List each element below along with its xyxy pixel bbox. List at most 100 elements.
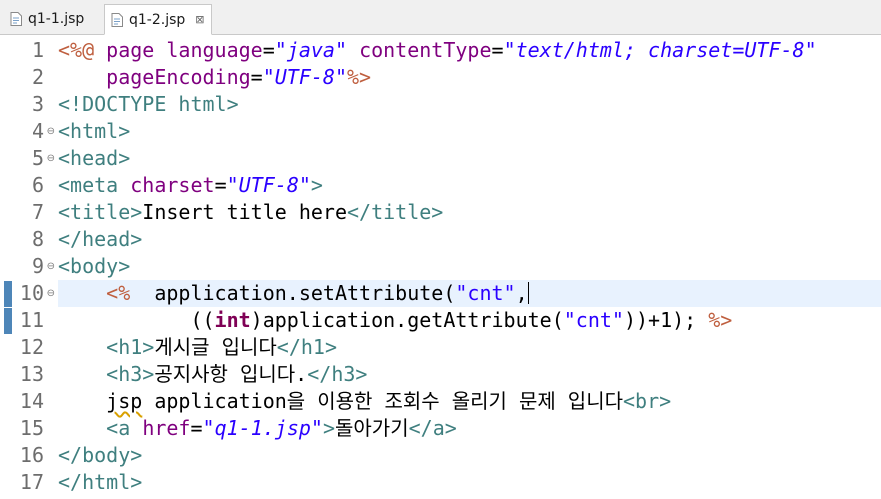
code-token: <head> (58, 146, 131, 170)
code-line[interactable]: 17 </html> (0, 469, 881, 496)
change-marker (4, 308, 12, 334)
line-number: 2 (31, 65, 44, 89)
tab-q1-2-jsp[interactable]: q1-2.jsp ⊠ (104, 4, 212, 35)
line-number: 5 (31, 146, 44, 170)
code-line[interactable]: 15 <a href="q1-1.jsp">돌아가기</a> (0, 415, 881, 442)
code-line[interactable]: 11 ((int)application.getAttribute("cnt")… (0, 307, 881, 334)
code-token: language (166, 38, 263, 62)
code-text: <a href="q1-1.jsp">돌아가기</a> (58, 415, 457, 442)
code-token: application.setAttribute( (130, 281, 456, 305)
code-line[interactable]: 7 <title>Insert title here</title> (0, 199, 881, 226)
code-token: <meta (58, 173, 119, 197)
code-text: </head> (58, 226, 142, 253)
code-token: jsp (106, 389, 143, 413)
code-line[interactable]: 13 <h3>공지사항 입니다.</h3> (0, 361, 881, 388)
code-token: "UTF-8" (226, 173, 311, 197)
code-token: <h3> (106, 362, 155, 386)
code-line[interactable]: 8 </head> (0, 226, 881, 253)
close-icon[interactable]: ⊠ (195, 13, 204, 26)
code-line[interactable]: 4 ⊖ <html> (0, 118, 881, 145)
code-token: %> (708, 308, 733, 332)
code-token: int (214, 308, 251, 332)
code-editor[interactable]: 1 <%@ page language="java" contentType="t… (0, 35, 881, 499)
fold-toggle-icon[interactable]: ⊖ (47, 154, 55, 164)
code-token: > (322, 416, 335, 440)
code-line[interactable]: 12 <h1>게시글 입니다</h1> (0, 334, 881, 361)
code-token: <% (106, 281, 131, 305)
code-token: <br> (623, 389, 672, 413)
code-text: <!DOCTYPE html> (58, 91, 239, 118)
code-token: page (106, 38, 155, 62)
code-text: <html> (58, 118, 130, 145)
code-token: <%@ (58, 38, 95, 62)
line-gutter: 10 ⊖ (0, 280, 58, 307)
line-number: 17 (19, 470, 44, 494)
code-line[interactable]: 5 ⊖ <head> (0, 145, 881, 172)
fold-toggle-icon[interactable]: ⊖ (47, 289, 55, 299)
line-number: 11 (19, 308, 44, 332)
line-gutter: 17 (0, 469, 58, 496)
code-text: <h3>공지사항 입니다.</h3> (58, 361, 367, 388)
code-token: </html> (58, 470, 143, 494)
tab-q1-1-jsp[interactable]: q1-1.jsp (4, 4, 104, 34)
code-token: %> (347, 65, 372, 89)
line-gutter: 5 ⊖ (0, 145, 58, 172)
line-number: 15 (19, 416, 44, 440)
code-line[interactable]: 1 <%@ page language="java" contentType="t… (0, 37, 881, 64)
jsp-file-icon (10, 12, 22, 26)
code-token: </body> (58, 443, 143, 467)
code-line[interactable]: 9 ⊖ <body> (0, 253, 881, 280)
text-caret (527, 282, 529, 304)
code-line[interactable]: 16 </body> (0, 442, 881, 469)
line-number: 14 (19, 389, 44, 413)
code-token: <a (106, 416, 131, 440)
code-text: </body> (58, 442, 142, 469)
line-number: 6 (31, 173, 44, 197)
line-number: 9 (31, 254, 44, 278)
code-token: <body> (58, 254, 131, 278)
line-number: 13 (19, 362, 44, 386)
code-text: pageEncoding="UTF-8"%> (58, 64, 371, 91)
code-token: "java" (274, 38, 348, 62)
code-token: "UTF-8" (262, 65, 348, 89)
code-token: html (178, 92, 227, 116)
code-text: jsp application을 이용한 조회수 올리기 문제 입니다<br> (58, 388, 671, 415)
code-token: "text/html; charset=UTF-8" (503, 38, 817, 62)
code-line[interactable]: 14 jsp application을 이용한 조회수 올리기 문제 입니다<b… (0, 388, 881, 415)
code-line[interactable]: 10 ⊖ <% application.setAttribute("cnt", (0, 280, 881, 307)
line-number: 4 (31, 119, 44, 143)
code-token: > (226, 92, 239, 116)
code-line[interactable]: 6 <meta charset="UTF-8"> (0, 172, 881, 199)
code-text: <% application.setAttribute("cnt", (58, 280, 529, 307)
line-gutter: 3 (0, 91, 58, 118)
code-token: = (250, 65, 263, 89)
line-gutter: 1 (0, 37, 58, 64)
line-gutter: 11 (0, 307, 58, 334)
code-token: (( (58, 308, 215, 332)
line-gutter: 6 (0, 172, 58, 199)
code-token: = (491, 38, 504, 62)
code-token: "q1-1.jsp" (202, 416, 323, 440)
code-token: 공지사항 입니다. (154, 362, 308, 386)
code-text: <title>Insert title here</title> (58, 199, 443, 226)
code-line[interactable]: 3 <!DOCTYPE html> (0, 91, 881, 118)
code-token: application을 이용한 조회수 올리기 문제 입니다 (142, 389, 623, 413)
code-token: = (214, 173, 227, 197)
tab-label: q1-2.jsp (129, 11, 186, 28)
jsp-file-icon (111, 12, 123, 27)
line-number: 7 (31, 200, 44, 224)
code-token: Insert title here (142, 200, 347, 224)
code-line[interactable]: 2 pageEncoding="UTF-8"%> (0, 64, 881, 91)
code-token: </title> (347, 200, 444, 224)
code-token: = (190, 416, 203, 440)
code-token: <title> (58, 200, 143, 224)
fold-toggle-icon[interactable]: ⊖ (47, 262, 55, 272)
fold-toggle-icon[interactable]: ⊖ (47, 127, 55, 137)
